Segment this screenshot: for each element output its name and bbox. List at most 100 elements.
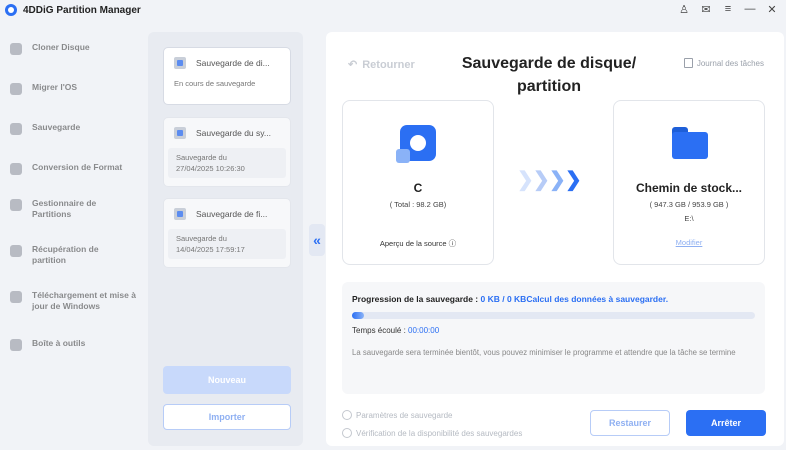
task-log-label: Journal des tâches (696, 58, 764, 68)
elapsed-value: 00:00:00 (408, 326, 440, 335)
backup-settings-option[interactable]: Paramètres de sauvegarde (342, 410, 453, 420)
backup-history-panel: Sauvegarde de di... En cours de sauvegar… (148, 32, 303, 446)
history-card-title: Sauvegarde du sy... (196, 128, 271, 138)
user-icon[interactable]: ♙ (676, 2, 692, 16)
sidebar-item-migrate-os[interactable]: Migrer l'OS (10, 82, 140, 95)
history-card-title: Sauvegarde de di... (196, 58, 270, 68)
new-backup-button[interactable]: Nouveau (163, 366, 291, 394)
system-backup-icon (174, 127, 186, 139)
source-name: C (413, 181, 423, 195)
backup-settings-label: Paramètres de sauvegarde (356, 410, 453, 420)
sidebar-item-label: Cloner Disque (32, 42, 90, 52)
sidebar-item-label: Récupération de partition (32, 244, 99, 265)
shield-check-icon (342, 428, 352, 438)
sidebar-item-backup[interactable]: Sauvegarde (10, 122, 140, 135)
backup-verification-option[interactable]: Vérification de la disponibilité des sau… (342, 428, 522, 438)
back-label: Retourner (362, 58, 415, 71)
transfer-arrows: ❯ ❯ ❯ ❯ (517, 169, 582, 191)
history-date-label: Sauvegarde du (176, 153, 227, 162)
source-total: ( Total : 98.2 GB) (389, 200, 447, 209)
sidebar-item-format-conversion[interactable]: Conversion de Format (10, 162, 140, 175)
import-button[interactable]: Importer (163, 404, 291, 430)
partition-recovery-icon (10, 245, 22, 257)
folder-icon (672, 127, 708, 159)
history-card-date: Sauvegarde du 14/04/2025 17:59:17 (168, 229, 286, 259)
sidebar-item-windows-download[interactable]: Téléchargement et mise à jour de Windows (10, 290, 140, 312)
back-arrow-icon: ↶ (348, 59, 358, 71)
progress-status: Calcul des données à sauvegarder. (526, 294, 669, 304)
destination-capacity: ( 947.3 GB / 953.9 GB ) (649, 200, 729, 209)
history-card-status: En cours de sauvegarde (174, 79, 256, 88)
chevron-right-icon: ❯ (565, 169, 582, 191)
chevron-right-icon: ❯ (517, 169, 534, 191)
progress-bar-fill (352, 312, 365, 319)
sidebar-item-label: Téléchargement et mise à jour de Windows (32, 290, 136, 311)
stop-button[interactable]: Arrêter (686, 410, 766, 436)
progress-label: Progression de la sauvegarde : (352, 294, 481, 304)
history-card[interactable]: Sauvegarde du sy... Sauvegarde du 27/04/… (163, 117, 291, 187)
title-bar: 4DDiG Partition Manager ♙ ✉ ≡ — ✕ (0, 0, 786, 20)
history-date-value: 27/04/2025 10:26:30 (176, 164, 245, 173)
history-date-label: Sauvegarde du (176, 234, 227, 243)
history-card-title: Sauvegarde de fi... (196, 209, 268, 219)
page-title: Sauvegarde de disque/ partition (444, 52, 654, 98)
sidebar: Cloner Disque Migrer l'OS Sauvegarde Con… (0, 20, 148, 450)
sidebar-item-label: Sauvegarde (32, 122, 81, 132)
elapsed-label: Temps écoulé : (352, 326, 409, 335)
app-title: 4DDiG Partition Manager (23, 4, 141, 16)
progress-panel: Progression de la sauvegarde : 0 KB / 0 … (342, 282, 765, 394)
partition-manager-icon (10, 199, 22, 211)
progress-bar (352, 312, 755, 319)
page-title-line1: Sauvegarde de disque/ (461, 55, 637, 72)
windows-download-icon (10, 291, 22, 303)
progress-line: Progression de la sauvegarde : 0 KB / 0 … (352, 294, 668, 304)
source-preview-link[interactable]: Aperçu de la source ⓘ (343, 238, 493, 249)
journal-icon (683, 58, 693, 68)
history-card[interactable]: Sauvegarde de fi... Sauvegarde du 14/04/… (163, 198, 291, 268)
sidebar-item-clone-disk[interactable]: Cloner Disque (10, 42, 140, 55)
convert-format-icon (10, 163, 22, 175)
disk-backup-icon (174, 57, 186, 69)
menu-icon[interactable]: ≡ (720, 2, 736, 16)
history-date-value: 14/04/2025 17:59:17 (176, 245, 245, 254)
feedback-icon[interactable]: ✉ (698, 2, 714, 16)
elapsed-time: Temps écoulé : 00:00:00 (352, 326, 439, 335)
file-backup-icon (174, 208, 186, 220)
backup-verification-label: Vérification de la disponibilité des sau… (356, 428, 523, 438)
history-card-date: Sauvegarde du 27/04/2025 10:26:30 (168, 148, 286, 178)
sidebar-item-label: Migrer l'OS (32, 82, 78, 92)
minimize-button[interactable]: — (742, 2, 758, 16)
destination-path: E:\ (684, 214, 694, 223)
restore-button[interactable]: Restaurer (590, 410, 670, 436)
modify-destination-link[interactable]: Modifier (614, 238, 764, 247)
disk-stack-icon (396, 149, 410, 163)
source-card: C ( Total : 98.2 GB) Aperçu de la source… (342, 100, 494, 265)
close-button[interactable]: ✕ (764, 2, 780, 16)
source-preview-label: Aperçu de la source (379, 239, 447, 248)
back-button[interactable]: ↶ Retourner (348, 58, 415, 72)
task-log-link[interactable]: Journal des tâches (683, 58, 764, 68)
settings-icon (342, 410, 352, 420)
page-title-line2: partition (517, 78, 581, 95)
sidebar-item-toolbox[interactable]: Boîte à outils (10, 338, 140, 351)
app-logo-icon (5, 4, 17, 16)
backup-icon (10, 123, 22, 135)
sidebar-item-partition-manager[interactable]: Gestionnaire de Partitions (10, 198, 140, 220)
migrate-os-icon (10, 83, 22, 95)
main-panel: ↶ Retourner Sauvegarde de disque/ partit… (326, 32, 784, 446)
collapse-panel-button[interactable]: « (309, 224, 325, 256)
info-icon: ⓘ (448, 239, 457, 248)
clone-disk-icon (10, 43, 22, 55)
destination-name: Chemin de stock... (635, 181, 743, 195)
sidebar-item-label: Conversion de Format (32, 162, 123, 172)
chevron-right-icon: ❯ (533, 169, 550, 191)
sidebar-item-partition-recovery[interactable]: Récupération de partition (10, 244, 140, 266)
chevron-right-icon: ❯ (549, 169, 566, 191)
destination-card: Chemin de stock... ( 947.3 GB / 953.9 GB… (613, 100, 765, 265)
sidebar-item-label: Gestionnaire de Partitions (32, 198, 97, 219)
window-controls: ♙ ✉ ≡ — ✕ (676, 2, 780, 16)
progress-value: 0 KB / 0 KB (480, 294, 527, 304)
sidebar-item-label: Boîte à outils (32, 338, 86, 348)
history-card[interactable]: Sauvegarde de di... En cours de sauvegar… (163, 47, 291, 105)
progress-note: La sauvegarde sera terminée bientôt, vou… (352, 348, 736, 357)
